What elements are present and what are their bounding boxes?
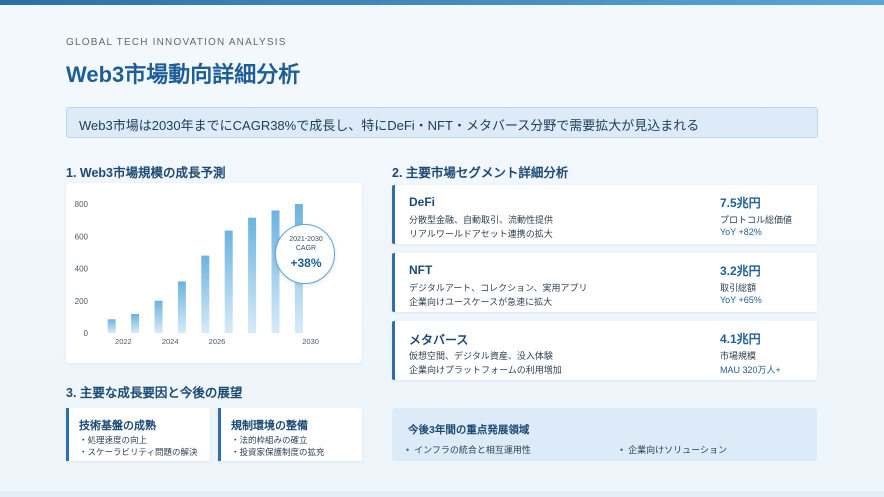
segment-desc-1: 分散型金融、自動取引、流動性提供 bbox=[409, 215, 554, 225]
cagr-period: 2021-2030 bbox=[289, 236, 323, 243]
segment-desc-1: 仮想空間、デジタル資産、没入体験 bbox=[409, 351, 553, 361]
focus-item: • 企業向けソリューション bbox=[620, 443, 727, 456]
segment-value: 4.1兆円 bbox=[720, 332, 761, 346]
y-tick-label: 0 bbox=[84, 329, 89, 338]
segment-desc-2: 企業向けプラットフォームの利用増加 bbox=[409, 365, 562, 375]
bar bbox=[177, 281, 186, 333]
factor-title: 技術基盤の成熟 bbox=[79, 420, 156, 432]
focus-item-label: インフラの統合と相互運用性 bbox=[414, 445, 531, 455]
focus-item: • インフラの統合と相互運用性 bbox=[406, 443, 531, 456]
segment-growth: MAU 320万人+ bbox=[720, 365, 781, 375]
factor-card-tech: 技術基盤の成熟 ・処理速度の向上 ・スケーラビリティ問題の解決 bbox=[66, 408, 210, 461]
bar bbox=[224, 230, 233, 333]
eyebrow-label: GLOBAL TECH INNOVATION ANALYSIS bbox=[66, 37, 287, 48]
bar bbox=[201, 255, 210, 333]
cagr-value: +38% bbox=[290, 256, 322, 270]
cagr-label: CAGR bbox=[295, 245, 317, 252]
x-tick-label: 2024 bbox=[162, 337, 179, 346]
bullet-dot-icon: • bbox=[406, 445, 410, 455]
y-tick-label: 600 bbox=[75, 232, 89, 241]
bar bbox=[107, 319, 116, 333]
factor-item: ・法的枠組みの確立 bbox=[231, 435, 308, 445]
x-tick-label: 2030 bbox=[302, 337, 319, 346]
top-accent-bar bbox=[0, 0, 884, 5]
segment-name: NFT bbox=[409, 263, 433, 277]
bar bbox=[271, 210, 280, 333]
bottom-accent-bar bbox=[0, 491, 884, 497]
x-tick-label: 2026 bbox=[209, 337, 226, 346]
segment-card-nft: NFT デジタルアート、コレクション、実用アプリ 企業向けユースケースが急速に拡… bbox=[392, 253, 817, 312]
segment-metric: 市場規模 bbox=[720, 351, 757, 361]
segment-desc-2: 企業向けユースケースが急速に拡大 bbox=[409, 297, 553, 307]
focus-title: 今後3年間の重点発展領域 bbox=[408, 424, 530, 436]
factor-item: ・処理速度の向上 bbox=[79, 435, 148, 445]
bar bbox=[131, 313, 140, 333]
y-tick-label: 200 bbox=[75, 297, 89, 306]
factor-item: ・スケーラビリティ問題の解決 bbox=[79, 447, 198, 457]
x-tick-label: 2022 bbox=[115, 337, 132, 346]
segment-value: 7.5兆円 bbox=[720, 196, 761, 210]
y-tick-label: 800 bbox=[75, 200, 89, 209]
segment-metric: 取引総額 bbox=[720, 283, 757, 293]
bar bbox=[248, 217, 257, 333]
focus-areas-card: 今後3年間の重点発展領域 • インフラの統合と相互運用性 • 企業向けソリューション bbox=[392, 408, 817, 461]
segment-name: DeFi bbox=[409, 195, 436, 209]
segment-desc-2: リアルワールドアセット連携の拡大 bbox=[409, 229, 553, 239]
y-tick-label: 400 bbox=[75, 265, 89, 274]
segment-metric: プロトコル総価値 bbox=[720, 215, 793, 225]
segment-name: メタバース bbox=[409, 333, 469, 347]
segment-card-defi: DeFi 分散型金融、自動取引、流動性提供 リアルワールドアセット連携の拡大 7… bbox=[392, 185, 817, 244]
factors-section-title: 3. 主要な成長要因と今後の展望 bbox=[66, 386, 243, 400]
focus-item-label: 企業向けソリューション bbox=[628, 445, 727, 455]
factor-item: ・投資家保護制度の拡充 bbox=[231, 447, 325, 457]
chart-section-title: 1. Web3市場規模の成長予測 bbox=[66, 166, 226, 180]
summary-banner: Web3市場は2030年までにCAGR38%で成長し、特にDeFi・NFT・メタ… bbox=[66, 107, 818, 138]
segment-growth: YoY +82% bbox=[720, 227, 762, 237]
segment-growth: YoY +65% bbox=[720, 295, 762, 305]
segment-value: 3.2兆円 bbox=[720, 264, 761, 278]
bar bbox=[154, 300, 163, 333]
cagr-badge: 2021-2030 CAGR +38% bbox=[275, 224, 335, 284]
segment-card-metaverse: メタバース 仮想空間、デジタル資産、没入体験 企業向けプラットフォームの利用増加… bbox=[392, 321, 817, 380]
segments-section-title: 2. 主要市場セグメント詳細分析 bbox=[392, 166, 569, 180]
factor-title: 規制環境の整備 bbox=[231, 420, 308, 432]
page-title: Web3市場動向詳細分析 bbox=[66, 62, 301, 87]
segment-desc-1: デジタルアート、コレクション、実用アプリ bbox=[409, 283, 588, 293]
factor-card-regulation: 規制環境の整備 ・法的枠組みの確立 ・投資家保護制度の拡充 bbox=[218, 408, 362, 461]
bullet-dot-icon: • bbox=[620, 445, 624, 455]
